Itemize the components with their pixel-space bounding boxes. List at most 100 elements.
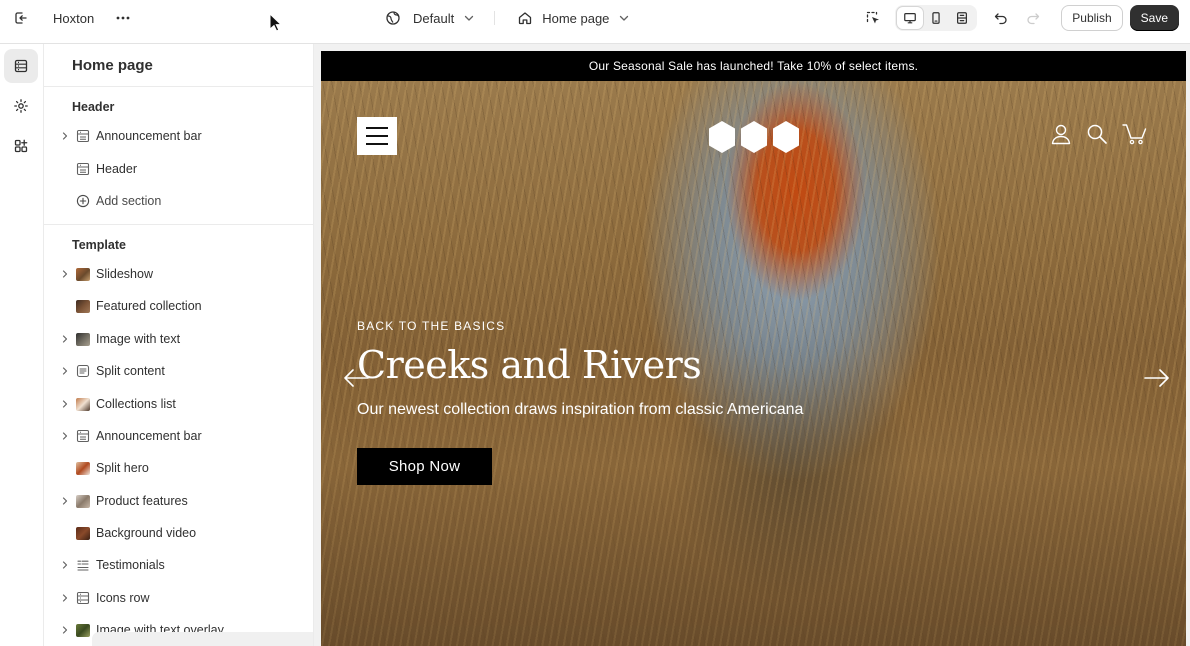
mobile-view-icon[interactable] bbox=[923, 7, 949, 29]
section-item-testimonials[interactable]: Testimonials bbox=[58, 551, 308, 579]
section-label: Announcement bar bbox=[96, 129, 202, 143]
gear-icon[interactable] bbox=[4, 89, 38, 123]
section-thumbnail bbox=[76, 494, 90, 508]
section-thumbnail bbox=[76, 526, 90, 540]
inspector-icon[interactable] bbox=[863, 8, 883, 28]
section-item-announcement-bar-2[interactable]: Announcement bar bbox=[58, 422, 308, 450]
storefront-preview: Our Seasonal Sale has launched! Take 10%… bbox=[321, 51, 1186, 646]
chevron-right-icon[interactable] bbox=[60, 269, 70, 279]
section-label: Split content bbox=[96, 364, 165, 378]
layout-section-icon bbox=[76, 591, 90, 605]
save-button[interactable]: Save bbox=[1129, 5, 1179, 31]
chevron-down-icon bbox=[465, 15, 474, 21]
announcement-text: Our Seasonal Sale has launched! Take 10%… bbox=[588, 59, 919, 73]
section-thumbnail bbox=[76, 461, 90, 475]
section-thumbnail bbox=[76, 299, 90, 313]
sections-icon[interactable] bbox=[4, 49, 38, 83]
chevron-right-icon[interactable] bbox=[60, 625, 70, 635]
group-heading-header: Header bbox=[72, 100, 115, 114]
add-section-button[interactable]: Add section bbox=[58, 187, 308, 215]
divider bbox=[44, 86, 313, 87]
section-thumbnail bbox=[76, 267, 90, 281]
chevron-right-icon[interactable] bbox=[60, 366, 70, 376]
section-thumbnail bbox=[76, 332, 90, 346]
search-icon[interactable] bbox=[1086, 123, 1108, 145]
home-icon bbox=[519, 12, 532, 25]
store-name: Hoxton bbox=[53, 10, 95, 26]
group-heading-template: Template bbox=[72, 238, 126, 252]
chevron-down-icon bbox=[620, 15, 629, 21]
section-item-background-video[interactable]: Background video bbox=[58, 519, 308, 547]
divider bbox=[44, 224, 313, 225]
section-item-icons-row[interactable]: Icons row bbox=[58, 584, 308, 612]
publish-button[interactable]: Publish bbox=[1061, 5, 1123, 31]
section-label: Testimonials bbox=[96, 558, 165, 572]
horizontal-scrollbar[interactable] bbox=[92, 632, 313, 646]
chevron-right-icon[interactable] bbox=[60, 131, 70, 141]
apps-icon[interactable] bbox=[4, 129, 38, 163]
device-toggle bbox=[895, 5, 978, 31]
cart-icon[interactable] bbox=[1122, 123, 1148, 145]
chevron-right-icon[interactable] bbox=[60, 334, 70, 344]
fullscreen-view-icon[interactable] bbox=[949, 7, 975, 29]
arrow-right-icon[interactable] bbox=[1144, 368, 1170, 388]
section-item-collections-list[interactable]: Collections list bbox=[58, 390, 308, 418]
page-selector[interactable]: Home page bbox=[517, 10, 629, 26]
page-label: Home page bbox=[542, 10, 610, 26]
desktop-view-icon[interactable] bbox=[897, 7, 924, 29]
store-logo bbox=[709, 121, 799, 153]
section-thumbnail bbox=[76, 397, 90, 411]
hero-subheading: Our newest collection draws inspiration … bbox=[357, 401, 804, 418]
more-actions-icon[interactable] bbox=[113, 8, 133, 28]
section-item-slideshow[interactable]: Slideshow bbox=[58, 260, 308, 288]
section-label: Icons row bbox=[96, 591, 150, 605]
undo-icon[interactable] bbox=[991, 8, 1011, 28]
chevron-right-icon[interactable] bbox=[60, 496, 70, 506]
hero-slideshow[interactable]: BACK TO THE BASICS Creeks and Rivers Our… bbox=[321, 81, 1186, 646]
section-item-header[interactable]: Header bbox=[58, 155, 308, 183]
section-label: Featured collection bbox=[96, 299, 202, 313]
section-item-image-with-text[interactable]: Image with text bbox=[58, 325, 308, 353]
shop-now-button[interactable]: Shop Now bbox=[357, 448, 492, 485]
chevron-right-icon[interactable] bbox=[60, 399, 70, 409]
sections-sidebar: Home page Header Announcement bar Header… bbox=[44, 44, 314, 646]
section-item-announcement-bar[interactable]: Announcement bar bbox=[58, 122, 308, 150]
editor-rail bbox=[0, 44, 44, 646]
section-item-product-features[interactable]: Product features bbox=[58, 487, 308, 515]
chevron-right-icon[interactable] bbox=[60, 560, 70, 570]
mouse-cursor-icon bbox=[269, 13, 283, 32]
top-bar: Hoxton Default Home page Publish Save bbox=[0, 0, 1190, 36]
globe-icon bbox=[386, 11, 400, 25]
section-label: Announcement bar bbox=[96, 429, 202, 443]
exit-icon[interactable] bbox=[11, 8, 31, 28]
section-label: Split hero bbox=[96, 461, 149, 475]
theme-editor: Hoxton Default Home page Publish Save Ho… bbox=[0, 0, 1190, 646]
hero-eyebrow: BACK TO THE BASICS bbox=[357, 319, 506, 333]
sidebar-title: Home page bbox=[72, 57, 153, 74]
section-label: Collections list bbox=[96, 397, 176, 411]
announcement-bar[interactable]: Our Seasonal Sale has launched! Take 10%… bbox=[321, 51, 1186, 81]
section-item-split-content[interactable]: Split content bbox=[58, 357, 308, 385]
layout-section-icon bbox=[76, 129, 90, 143]
theme-selector[interactable]: Default bbox=[385, 10, 474, 26]
section-item-featured-collection[interactable]: Featured collection bbox=[58, 292, 308, 320]
section-label: Background video bbox=[96, 526, 197, 540]
section-label: Header bbox=[96, 162, 137, 176]
chevron-right-icon[interactable] bbox=[60, 431, 70, 441]
account-icon[interactable] bbox=[1050, 123, 1072, 145]
hero-headline: Creeks and Rivers bbox=[357, 343, 702, 387]
redo-icon[interactable] bbox=[1023, 8, 1043, 28]
section-label: Slideshow bbox=[96, 267, 153, 281]
section-thumbnail bbox=[76, 623, 90, 637]
section-item-split-hero[interactable]: Split hero bbox=[58, 454, 308, 482]
divider bbox=[494, 11, 496, 25]
menu-icon[interactable] bbox=[357, 117, 397, 155]
section-label: Image with text bbox=[96, 332, 181, 346]
chevron-right-icon[interactable] bbox=[60, 593, 70, 603]
theme-label: Default bbox=[413, 10, 455, 26]
add-circle-icon bbox=[76, 194, 90, 208]
layout-section-icon bbox=[76, 429, 90, 443]
add-section-label: Add section bbox=[96, 194, 162, 208]
hero-text-block: BACK TO THE BASICS Creeks and Rivers Our… bbox=[357, 319, 803, 419]
section-label: Product features bbox=[96, 494, 188, 508]
